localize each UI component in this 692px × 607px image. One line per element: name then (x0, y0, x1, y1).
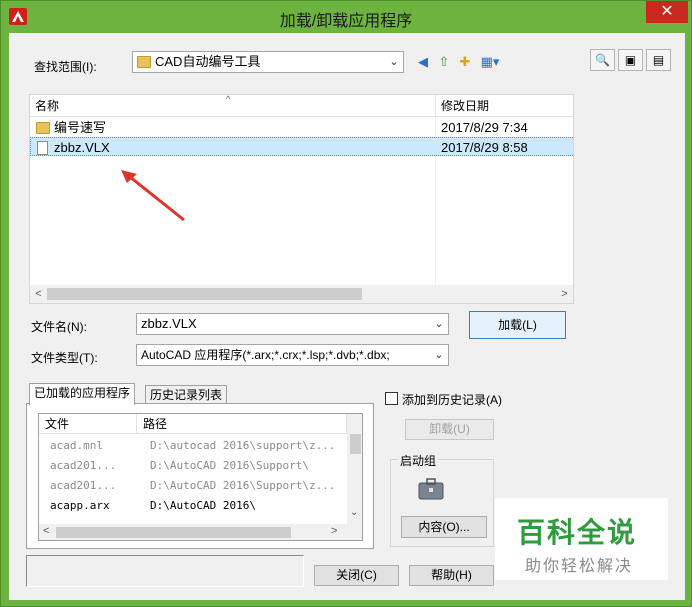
scrollbar-thumb[interactable] (56, 527, 291, 538)
search-web-icon[interactable]: 🔍 (590, 49, 615, 71)
table-row[interactable]: acad.mnl D:\autocad 2016\support\z... (39, 436, 349, 456)
lookin-value: CAD自动编号工具 (155, 54, 261, 69)
lookin-label: 查找范围(I): (34, 60, 97, 74)
unload-button[interactable]: 卸载(U) (405, 419, 494, 440)
up-folder-icon[interactable]: ⇧ (434, 52, 454, 72)
vertical-scrollbar[interactable]: ⌄ (347, 414, 362, 524)
views-menu-icon[interactable]: ▦▾ (476, 52, 504, 72)
annotation-arrow-icon (121, 170, 185, 222)
file-list[interactable]: 名称 ^ 修改日期 编号速写 2017/8/29 7:34 zbbz.VLX 2… (29, 94, 574, 304)
column-header-date[interactable]: 修改日期 (436, 95, 573, 117)
horizontal-scrollbar[interactable]: < > (39, 524, 362, 540)
close-button[interactable]: 关闭(C) (314, 565, 399, 586)
window-title: 加载/卸载应用程序 (279, 13, 413, 30)
column-header-file[interactable]: 文件 (39, 414, 137, 434)
filename-label: 文件名(N): (31, 320, 87, 334)
tools-icon[interactable]: ▤ (646, 49, 671, 71)
table-row[interactable]: acapp.arx D:\AutoCAD 2016\ (39, 496, 349, 516)
scroll-right-icon[interactable]: > (331, 525, 337, 537)
watermark-main: 百科全说 (517, 517, 638, 548)
back-icon[interactable]: ◀ (413, 52, 433, 72)
loaded-apps-panel: 文件 路径 acad.mnl D:\autocad 2016\support\z… (26, 403, 374, 549)
list-item[interactable]: 编号速写 2017/8/29 7:34 (30, 118, 573, 137)
tab-loaded-apps[interactable]: 已加载的应用程序 (29, 383, 136, 405)
scrollbar-thumb[interactable] (350, 434, 361, 454)
title-bar[interactable]: 加载/卸载应用程序 ✕ (1, 1, 691, 33)
startup-group: 启动组 内容(O)... (390, 452, 494, 547)
help-button[interactable]: 帮助(H) (409, 565, 494, 586)
add-to-history-label: 添加到历史记录(A) (402, 393, 502, 407)
briefcase-icon (418, 478, 444, 500)
find-icon[interactable]: ▣ (618, 49, 643, 71)
watermark-sub: 助你轻松解决 (525, 558, 634, 575)
scrollbar-thumb[interactable] (47, 288, 362, 300)
scroll-left-icon[interactable]: < (30, 285, 47, 303)
dialog-window: 加载/卸载应用程序 ✕ 查找范围(I): CAD自动编号工具 ⌄ ◀ ⇧ ✚ ▦… (0, 0, 692, 607)
loaded-apps-list[interactable]: 文件 路径 acad.mnl D:\autocad 2016\support\z… (38, 413, 363, 541)
scroll-left-icon[interactable]: < (43, 525, 49, 537)
table-row[interactable]: acad201... D:\AutoCAD 2016\Support\ (39, 456, 349, 476)
tab-history-list[interactable]: 历史记录列表 (145, 385, 228, 405)
chevron-down-icon: ⌄ (432, 314, 446, 334)
status-box (26, 555, 304, 587)
table-row[interactable]: acad201... D:\AutoCAD 2016\Support\z... (39, 476, 349, 496)
new-folder-icon[interactable]: ✚ (455, 52, 475, 72)
contents-button[interactable]: 内容(O)... (401, 516, 487, 538)
file-icon (37, 141, 48, 155)
filename-input[interactable]: zbbz.VLX ⌄ (136, 313, 449, 335)
watermark: 百科全说 助你轻松解决 (495, 498, 668, 580)
column-header-name[interactable]: 名称 ^ (30, 95, 436, 117)
column-header-path[interactable]: 路径 (137, 414, 347, 434)
scroll-down-icon[interactable]: ⌄ (350, 507, 358, 518)
list-item-selected[interactable]: zbbz.VLX 2017/8/29 8:58 (30, 137, 573, 156)
horizontal-scrollbar[interactable]: < > (30, 285, 573, 303)
folder-icon (36, 122, 50, 134)
close-window-button[interactable]: ✕ (646, 1, 688, 23)
add-to-history-checkbox[interactable] (385, 392, 398, 405)
load-button[interactable]: 加载(L) (469, 311, 566, 339)
sort-arrow-icon: ^ (226, 94, 231, 104)
chevron-down-icon: ⌄ (432, 345, 446, 365)
filetype-dropdown[interactable]: AutoCAD 应用程序(*.arx;*.crx;*.lsp;*.dvb;*.d… (136, 344, 449, 366)
scroll-right-icon[interactable]: > (556, 285, 573, 303)
startup-group-label: 启动组 (398, 452, 439, 469)
filetype-label: 文件类型(T): (31, 351, 98, 365)
lookin-dropdown[interactable]: CAD自动编号工具 ⌄ (132, 51, 404, 73)
chevron-down-icon: ⌄ (387, 52, 401, 72)
folder-icon (137, 56, 151, 68)
